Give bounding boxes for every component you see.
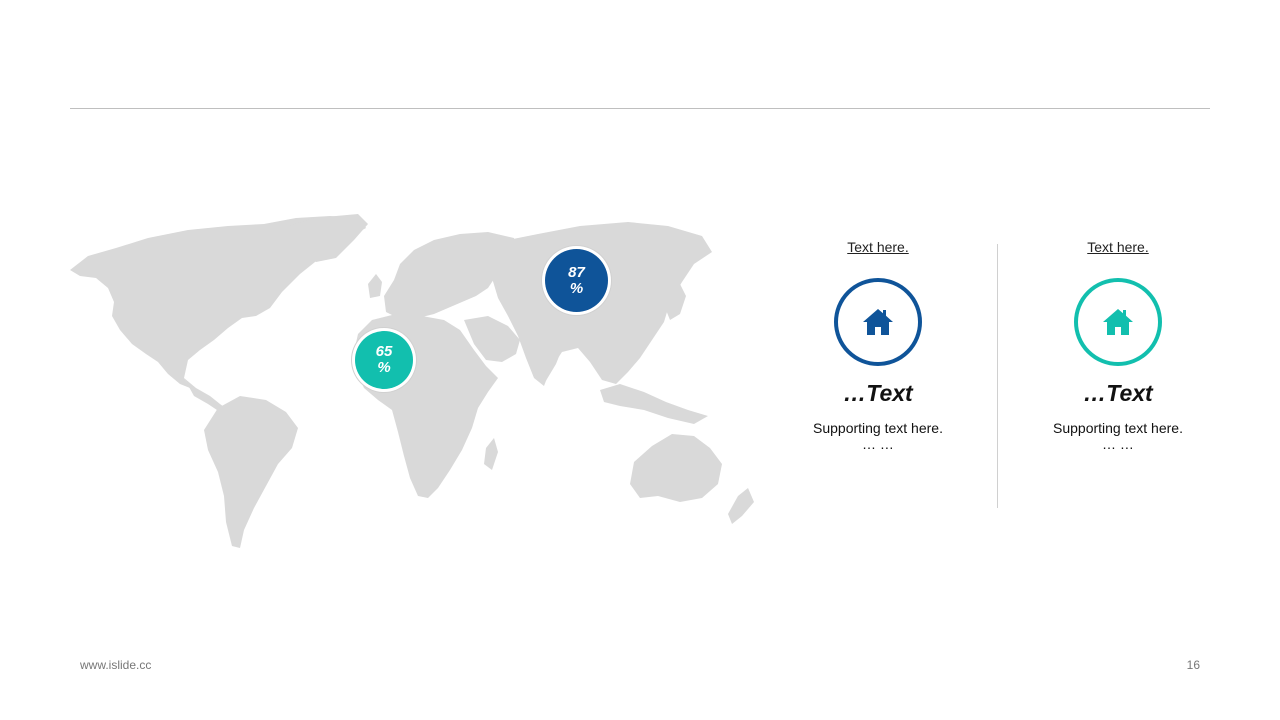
card-header[interactable]: Text here. [778,238,978,256]
info-card-1: Text here. …Text Supporting text here. …… [778,238,978,451]
card-ellipsis: … … [862,436,894,452]
footer-url[interactable]: www.islide.cc [80,658,151,672]
card-title: …Text [843,380,913,406]
south-america-shape [204,396,298,548]
info-card-2: Text here. …Text Supporting text here. …… [1018,238,1218,451]
marker-value: 65 [375,343,393,360]
card-supporting-text: Supporting text here. [1053,420,1183,436]
madagascar-shape [484,438,498,470]
card-supporting-text: Supporting text here. [813,420,943,436]
map-marker-west: 65 % [355,331,413,389]
marker-unit: % [569,279,584,297]
world-map [68,212,768,552]
new-zealand-shape [728,488,754,524]
map-marker-east: 87 % [545,249,608,312]
australia-shape [630,434,722,502]
home-icon [863,309,893,335]
card-icon-ring [834,278,922,366]
card-divider [997,244,998,508]
card-icon-ring [1074,278,1162,366]
uk-shape [368,274,382,298]
page-number: 16 [1186,658,1200,672]
card-title: …Text [1083,380,1153,406]
marker-unit: % [377,359,391,376]
marker-value: 87 [568,263,585,281]
card-ellipsis: … … [1102,436,1134,452]
home-icon [1103,309,1133,335]
southeast-asia-shape [600,384,708,424]
top-divider-line [70,108,1210,109]
card-header[interactable]: Text here. [1018,238,1218,256]
